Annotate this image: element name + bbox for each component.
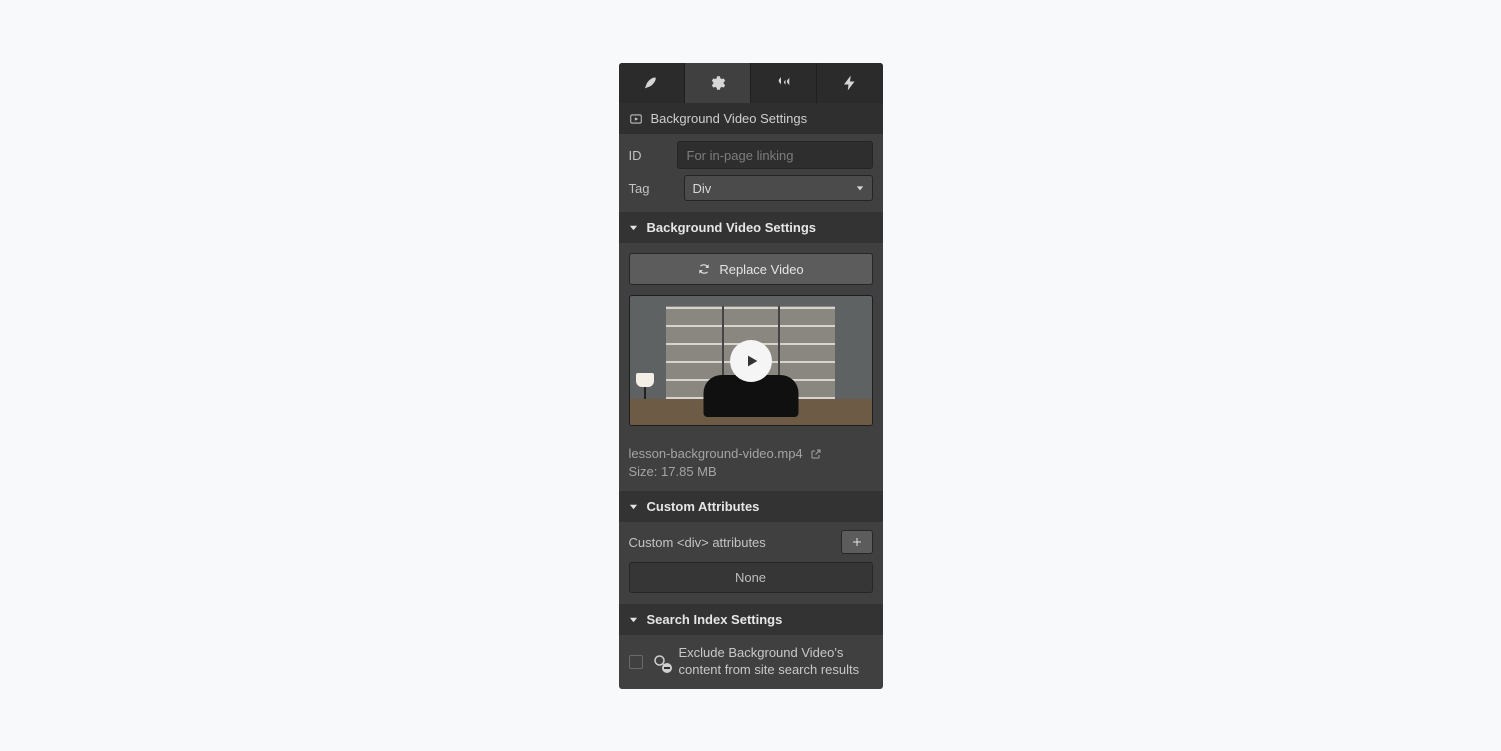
tag-select[interactable]: Div — [684, 175, 873, 201]
video-filename: lesson-background-video.mp4 — [629, 446, 803, 461]
id-label: ID — [629, 148, 677, 163]
tab-settings[interactable] — [685, 63, 751, 103]
caret-down-icon — [629, 502, 638, 511]
custom-attr-row: Custom <div> attributes — [619, 522, 883, 562]
chevron-down-icon — [856, 184, 864, 192]
tab-bar — [619, 63, 883, 103]
tab-interactions[interactable] — [817, 63, 882, 103]
video-thumbnail[interactable] — [629, 295, 873, 426]
plus-icon — [851, 536, 863, 548]
id-input[interactable] — [677, 141, 873, 169]
search-index-row: Exclude Background Video's content from … — [619, 635, 883, 689]
section-title-custom: Custom Attributes — [647, 499, 760, 514]
refresh-icon — [697, 262, 711, 276]
exclude-search-checkbox[interactable] — [629, 655, 643, 669]
element-type-header: Background Video Settings — [619, 103, 883, 134]
video-size: Size: 17.85 MB — [629, 464, 873, 479]
settings-panel: Background Video Settings ID Tag Div Bac… — [619, 63, 883, 689]
play-icon — [730, 340, 772, 382]
caret-down-icon — [629, 223, 638, 232]
section-header-search[interactable]: Search Index Settings — [619, 604, 883, 635]
tag-label: Tag — [629, 181, 684, 196]
caret-down-icon — [629, 615, 638, 624]
video-file-meta: lesson-background-video.mp4 Size: 17.85 … — [619, 436, 883, 491]
element-type-label: Background Video Settings — [651, 111, 808, 126]
tab-style[interactable] — [619, 63, 685, 103]
replace-video-label: Replace Video — [719, 262, 803, 277]
tab-effects[interactable] — [751, 63, 817, 103]
replace-video-button[interactable]: Replace Video — [629, 253, 873, 285]
custom-attr-label: Custom <div> attributes — [629, 535, 766, 550]
element-form: ID Tag Div — [619, 134, 883, 212]
external-link-icon[interactable] — [810, 448, 822, 460]
custom-attr-empty: None — [629, 562, 873, 593]
section-header-custom[interactable]: Custom Attributes — [619, 491, 883, 522]
section-title-search: Search Index Settings — [647, 612, 783, 627]
section-title-bgvideo: Background Video Settings — [647, 220, 817, 235]
section-header-bgvideo[interactable]: Background Video Settings — [619, 212, 883, 243]
bgvideo-body: Replace Video — [619, 243, 883, 436]
exclude-search-label: Exclude Background Video's content from … — [679, 645, 873, 679]
tag-select-value: Div — [693, 181, 712, 196]
add-attribute-button[interactable] — [841, 530, 873, 554]
search-exclude-icon — [652, 653, 670, 671]
